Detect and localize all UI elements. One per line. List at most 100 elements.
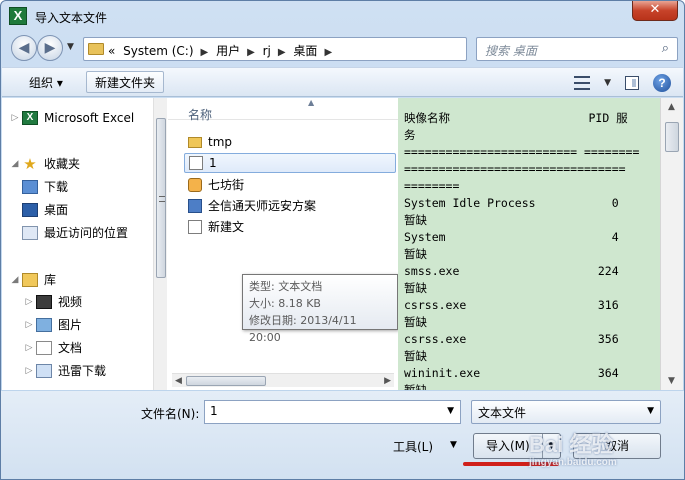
close-button[interactable]: ✕ [632, 1, 678, 21]
expand-icon[interactable]: ▷ [8, 108, 22, 128]
breadcrumb-desktop[interactable]: 桌面 [293, 44, 317, 58]
file-item-new-file[interactable]: 新建文 [184, 217, 396, 237]
view-options-icon[interactable] [574, 76, 591, 90]
column-header-name[interactable]: ▲ 名称 [168, 98, 398, 122]
watermark-sub: jingyan.baidu.com [529, 457, 617, 468]
command-toolbar: 组织 ▾ 新建文件夹 ▼ ? [2, 67, 683, 97]
tools-dropdown-icon[interactable]: ▼ [450, 440, 457, 450]
search-input[interactable]: 搜索 桌面 [485, 42, 537, 59]
title-bar: X 导入文本文件 ✕ [1, 1, 684, 33]
scrollbar-thumb[interactable] [665, 122, 679, 152]
nav-item-label: 迅雷下载 [58, 364, 107, 378]
file-item-qifangjie[interactable]: 七坊街 [184, 175, 396, 195]
help-icon[interactable]: ? [653, 74, 671, 92]
breadcrumb-system-c[interactable]: System (C:) [123, 44, 193, 58]
tools-button[interactable]: 工具(L) [393, 438, 433, 455]
breadcrumb-separator-icon[interactable]: ▶ [201, 47, 209, 58]
excel-icon: X [22, 111, 38, 125]
window-title: 导入文本文件 [35, 11, 108, 25]
scroll-right-icon[interactable]: ▶ [384, 374, 391, 388]
history-dropdown-icon[interactable]: ▼ [67, 42, 74, 52]
address-bar[interactable]: « System (C:)▶ 用户▶ rj▶ 桌面▶ ▼ ⇆ [83, 37, 541, 61]
new-folder-button[interactable]: 新建文件夹 [86, 71, 165, 93]
breadcrumb: « System (C:) ▶ 用户 ▶ rj ▶ 桌面 ▶ [108, 42, 336, 59]
file-list-horizontal-scrollbar[interactable]: ◀ ▶ [172, 373, 394, 387]
breadcrumb-rj[interactable]: rj [263, 44, 271, 58]
main-content: ▷ X Microsoft Excel ◢ ★ 收藏夹 下载 桌面 最近访问的位… [2, 98, 683, 390]
file-name: tmp [208, 135, 233, 149]
collapse-icon[interactable]: ◢ [8, 270, 22, 290]
nav-item-recent-places[interactable]: 最近访问的位置 [22, 223, 128, 243]
nav-item-label: 收藏夹 [44, 157, 81, 171]
expand-icon[interactable]: ▷ [22, 292, 36, 312]
column-header-label: 名称 [188, 108, 213, 122]
nav-pane-scrollbar[interactable] [153, 98, 167, 390]
nav-item-downloads[interactable]: 下载 [22, 177, 68, 197]
text-file-icon [188, 220, 202, 234]
filetype-dropdown-icon[interactable]: ▼ [647, 406, 654, 416]
nav-item-desktop[interactable]: 桌面 [22, 200, 68, 220]
preview-pane: 映像名称 PID 服 务 ========================= =… [398, 98, 660, 390]
filetype-value: 文本文件 [478, 406, 527, 420]
file-name: 新建文 [208, 220, 245, 234]
preview-scrollbar[interactable]: ▲ ▼ [660, 98, 683, 390]
preview-pane-icon[interactable] [625, 76, 639, 90]
scroll-left-icon[interactable]: ◀ [175, 374, 182, 388]
filename-field[interactable]: 1 ▼ [204, 400, 461, 424]
breadcrumb-separator-icon[interactable]: ▶ [324, 47, 332, 58]
folder-icon [188, 136, 202, 148]
organize-button[interactable]: 组织 ▾ [20, 71, 72, 93]
forward-arrow-icon[interactable]: ▶ [37, 35, 63, 61]
filename-value[interactable]: 1 [210, 404, 218, 418]
file-item-quanxintong[interactable]: 全信通天师远安方案 [184, 196, 396, 216]
tooltip-type: 类型: 文本文档 [249, 280, 323, 293]
shortcut-icon [188, 199, 202, 213]
scroll-down-icon[interactable]: ▼ [668, 376, 675, 386]
nav-item-xunlei-downloads[interactable]: ▷ 迅雷下载 [22, 361, 106, 381]
breadcrumb-separator-icon[interactable]: ▶ [247, 47, 255, 58]
import-label: 导入(M) [486, 439, 530, 453]
expand-icon[interactable]: ▷ [22, 338, 36, 358]
folder-icon [88, 43, 104, 55]
file-name: 七坊街 [208, 178, 245, 192]
nav-item-libraries[interactable]: ◢ 库 [8, 270, 56, 290]
library-icon [22, 273, 38, 287]
nav-item-microsoft-excel[interactable]: ▷ X Microsoft Excel [8, 108, 134, 128]
document-library-icon [36, 341, 52, 355]
breadcrumb-overflow[interactable]: « [108, 44, 115, 58]
excel-app-icon: X [9, 7, 27, 25]
filetype-select[interactable]: 文本文件 ▼ [471, 400, 661, 424]
nav-item-pictures[interactable]: ▷ 图片 [22, 315, 82, 335]
shortcut-icon [188, 178, 202, 192]
scrollbar-thumb[interactable] [156, 118, 166, 278]
nav-item-documents[interactable]: ▷ 文档 [22, 338, 82, 358]
back-arrow-icon[interactable]: ◀ [11, 35, 37, 61]
desktop-icon [22, 203, 38, 217]
search-box[interactable]: 搜索 桌面 ⌕ [476, 37, 678, 61]
scrollbar-thumb[interactable] [186, 376, 266, 386]
filename-dropdown-icon[interactable]: ▼ [447, 406, 454, 416]
breadcrumb-users[interactable]: 用户 [216, 44, 240, 58]
picture-library-icon [36, 318, 52, 332]
baidu-watermark: Bai 经验 jingyan.baidu.com [529, 427, 684, 471]
expand-icon[interactable]: ▷ [22, 315, 36, 335]
nav-item-favorites[interactable]: ◢ ★ 收藏夹 [8, 154, 80, 174]
search-icon[interactable]: ⌕ [662, 41, 669, 56]
navigation-pane: ▷ X Microsoft Excel ◢ ★ 收藏夹 下载 桌面 最近访问的位… [2, 98, 167, 390]
scroll-up-icon[interactable]: ▲ [668, 102, 675, 112]
file-name: 全信通天师远安方案 [208, 199, 317, 213]
breadcrumb-separator-icon[interactable]: ▶ [278, 47, 286, 58]
file-name: 1 [209, 156, 217, 170]
nav-item-videos[interactable]: ▷ 视频 [22, 292, 82, 312]
view-dropdown-icon[interactable]: ▼ [604, 78, 611, 88]
import-text-dialog: X 导入文本文件 ✕ ◀ ▶ ▼ « System (C:) ▶ 用户 ▶ rj ▶ … [0, 0, 685, 480]
scrollbar-grip-icon [159, 196, 165, 202]
nav-item-label: 图片 [58, 318, 83, 332]
collapse-icon[interactable]: ◢ [8, 154, 22, 174]
file-item-tmp[interactable]: tmp [184, 132, 396, 152]
tooltip-modified: 修改日期: 2013/4/11 20:00 [249, 314, 357, 344]
file-item-1[interactable]: 1 [184, 153, 396, 173]
expand-icon[interactable]: ▷ [22, 361, 36, 381]
sort-ascending-icon: ▲ [308, 98, 315, 107]
dialog-footer: 文件名(N): 1 ▼ 文本文件 ▼ 工具(L) ▼ 导入(M) ▼ 取消 Ba… [1, 391, 684, 479]
